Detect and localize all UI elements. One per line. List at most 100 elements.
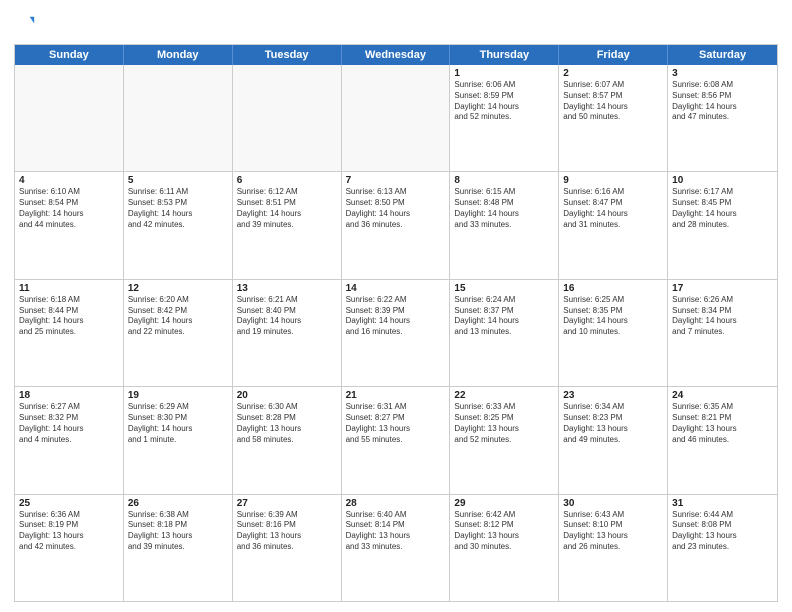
cell-info: Sunrise: 6:29 AM Sunset: 8:30 PM Dayligh… xyxy=(128,402,228,445)
cal-cell-empty xyxy=(15,65,124,171)
cal-cell-day-30: 30Sunrise: 6:43 AM Sunset: 8:10 PM Dayli… xyxy=(559,495,668,601)
cal-cell-empty xyxy=(124,65,233,171)
day-number: 28 xyxy=(346,498,446,509)
day-number: 19 xyxy=(128,390,228,401)
cal-week-2: 11Sunrise: 6:18 AM Sunset: 8:44 PM Dayli… xyxy=(15,280,777,387)
day-number: 8 xyxy=(454,175,554,186)
day-number: 27 xyxy=(237,498,337,509)
calendar-header: SundayMondayTuesdayWednesdayThursdayFrid… xyxy=(15,45,777,65)
cal-cell-day-15: 15Sunrise: 6:24 AM Sunset: 8:37 PM Dayli… xyxy=(450,280,559,386)
cal-cell-day-7: 7Sunrise: 6:13 AM Sunset: 8:50 PM Daylig… xyxy=(342,172,451,278)
cell-info: Sunrise: 6:18 AM Sunset: 8:44 PM Dayligh… xyxy=(19,295,119,338)
logo-icon xyxy=(14,10,42,38)
header-day-thursday: Thursday xyxy=(450,45,559,65)
day-number: 31 xyxy=(672,498,773,509)
day-number: 25 xyxy=(19,498,119,509)
cell-info: Sunrise: 6:43 AM Sunset: 8:10 PM Dayligh… xyxy=(563,510,663,553)
day-number: 14 xyxy=(346,283,446,294)
cal-cell-day-28: 28Sunrise: 6:40 AM Sunset: 8:14 PM Dayli… xyxy=(342,495,451,601)
cal-cell-day-18: 18Sunrise: 6:27 AM Sunset: 8:32 PM Dayli… xyxy=(15,387,124,493)
calendar: SundayMondayTuesdayWednesdayThursdayFrid… xyxy=(14,44,778,602)
cal-cell-day-27: 27Sunrise: 6:39 AM Sunset: 8:16 PM Dayli… xyxy=(233,495,342,601)
cell-info: Sunrise: 6:15 AM Sunset: 8:48 PM Dayligh… xyxy=(454,187,554,230)
cell-info: Sunrise: 6:24 AM Sunset: 8:37 PM Dayligh… xyxy=(454,295,554,338)
day-number: 1 xyxy=(454,68,554,79)
header-day-tuesday: Tuesday xyxy=(233,45,342,65)
cell-info: Sunrise: 6:30 AM Sunset: 8:28 PM Dayligh… xyxy=(237,402,337,445)
day-number: 18 xyxy=(19,390,119,401)
cell-info: Sunrise: 6:42 AM Sunset: 8:12 PM Dayligh… xyxy=(454,510,554,553)
header-day-saturday: Saturday xyxy=(668,45,777,65)
header-day-monday: Monday xyxy=(124,45,233,65)
cal-cell-day-21: 21Sunrise: 6:31 AM Sunset: 8:27 PM Dayli… xyxy=(342,387,451,493)
cell-info: Sunrise: 6:34 AM Sunset: 8:23 PM Dayligh… xyxy=(563,402,663,445)
day-number: 15 xyxy=(454,283,554,294)
cal-cell-day-4: 4Sunrise: 6:10 AM Sunset: 8:54 PM Daylig… xyxy=(15,172,124,278)
day-number: 29 xyxy=(454,498,554,509)
cal-cell-day-25: 25Sunrise: 6:36 AM Sunset: 8:19 PM Dayli… xyxy=(15,495,124,601)
cell-info: Sunrise: 6:27 AM Sunset: 8:32 PM Dayligh… xyxy=(19,402,119,445)
day-number: 11 xyxy=(19,283,119,294)
cell-info: Sunrise: 6:13 AM Sunset: 8:50 PM Dayligh… xyxy=(346,187,446,230)
cal-cell-day-26: 26Sunrise: 6:38 AM Sunset: 8:18 PM Dayli… xyxy=(124,495,233,601)
header-day-sunday: Sunday xyxy=(15,45,124,65)
cal-cell-day-12: 12Sunrise: 6:20 AM Sunset: 8:42 PM Dayli… xyxy=(124,280,233,386)
cell-info: Sunrise: 6:20 AM Sunset: 8:42 PM Dayligh… xyxy=(128,295,228,338)
cal-week-3: 18Sunrise: 6:27 AM Sunset: 8:32 PM Dayli… xyxy=(15,387,777,494)
cal-cell-day-9: 9Sunrise: 6:16 AM Sunset: 8:47 PM Daylig… xyxy=(559,172,668,278)
header-day-friday: Friday xyxy=(559,45,668,65)
cell-info: Sunrise: 6:35 AM Sunset: 8:21 PM Dayligh… xyxy=(672,402,773,445)
day-number: 23 xyxy=(563,390,663,401)
cal-cell-day-11: 11Sunrise: 6:18 AM Sunset: 8:44 PM Dayli… xyxy=(15,280,124,386)
day-number: 21 xyxy=(346,390,446,401)
cell-info: Sunrise: 6:38 AM Sunset: 8:18 PM Dayligh… xyxy=(128,510,228,553)
cell-info: Sunrise: 6:40 AM Sunset: 8:14 PM Dayligh… xyxy=(346,510,446,553)
cell-info: Sunrise: 6:21 AM Sunset: 8:40 PM Dayligh… xyxy=(237,295,337,338)
day-number: 4 xyxy=(19,175,119,186)
cell-info: Sunrise: 6:11 AM Sunset: 8:53 PM Dayligh… xyxy=(128,187,228,230)
header-day-wednesday: Wednesday xyxy=(342,45,451,65)
cal-cell-day-1: 1Sunrise: 6:06 AM Sunset: 8:59 PM Daylig… xyxy=(450,65,559,171)
cell-info: Sunrise: 6:06 AM Sunset: 8:59 PM Dayligh… xyxy=(454,80,554,123)
cal-cell-day-5: 5Sunrise: 6:11 AM Sunset: 8:53 PM Daylig… xyxy=(124,172,233,278)
cell-info: Sunrise: 6:33 AM Sunset: 8:25 PM Dayligh… xyxy=(454,402,554,445)
cal-week-4: 25Sunrise: 6:36 AM Sunset: 8:19 PM Dayli… xyxy=(15,495,777,601)
cell-info: Sunrise: 6:22 AM Sunset: 8:39 PM Dayligh… xyxy=(346,295,446,338)
day-number: 24 xyxy=(672,390,773,401)
cal-cell-day-29: 29Sunrise: 6:42 AM Sunset: 8:12 PM Dayli… xyxy=(450,495,559,601)
day-number: 30 xyxy=(563,498,663,509)
cell-info: Sunrise: 6:16 AM Sunset: 8:47 PM Dayligh… xyxy=(563,187,663,230)
cell-info: Sunrise: 6:07 AM Sunset: 8:57 PM Dayligh… xyxy=(563,80,663,123)
calendar-body: 1Sunrise: 6:06 AM Sunset: 8:59 PM Daylig… xyxy=(15,65,777,601)
cell-info: Sunrise: 6:17 AM Sunset: 8:45 PM Dayligh… xyxy=(672,187,773,230)
cell-info: Sunrise: 6:44 AM Sunset: 8:08 PM Dayligh… xyxy=(672,510,773,553)
cal-cell-empty xyxy=(342,65,451,171)
day-number: 16 xyxy=(563,283,663,294)
cal-cell-day-13: 13Sunrise: 6:21 AM Sunset: 8:40 PM Dayli… xyxy=(233,280,342,386)
day-number: 2 xyxy=(563,68,663,79)
cell-info: Sunrise: 6:26 AM Sunset: 8:34 PM Dayligh… xyxy=(672,295,773,338)
cal-cell-day-8: 8Sunrise: 6:15 AM Sunset: 8:48 PM Daylig… xyxy=(450,172,559,278)
cal-week-1: 4Sunrise: 6:10 AM Sunset: 8:54 PM Daylig… xyxy=(15,172,777,279)
cal-cell-day-2: 2Sunrise: 6:07 AM Sunset: 8:57 PM Daylig… xyxy=(559,65,668,171)
cal-cell-day-10: 10Sunrise: 6:17 AM Sunset: 8:45 PM Dayli… xyxy=(668,172,777,278)
cal-cell-day-19: 19Sunrise: 6:29 AM Sunset: 8:30 PM Dayli… xyxy=(124,387,233,493)
cal-cell-day-22: 22Sunrise: 6:33 AM Sunset: 8:25 PM Dayli… xyxy=(450,387,559,493)
cal-cell-day-23: 23Sunrise: 6:34 AM Sunset: 8:23 PM Dayli… xyxy=(559,387,668,493)
cell-info: Sunrise: 6:39 AM Sunset: 8:16 PM Dayligh… xyxy=(237,510,337,553)
day-number: 22 xyxy=(454,390,554,401)
day-number: 3 xyxy=(672,68,773,79)
day-number: 7 xyxy=(346,175,446,186)
cal-cell-day-16: 16Sunrise: 6:25 AM Sunset: 8:35 PM Dayli… xyxy=(559,280,668,386)
cell-info: Sunrise: 6:36 AM Sunset: 8:19 PM Dayligh… xyxy=(19,510,119,553)
cal-cell-day-31: 31Sunrise: 6:44 AM Sunset: 8:08 PM Dayli… xyxy=(668,495,777,601)
day-number: 9 xyxy=(563,175,663,186)
day-number: 26 xyxy=(128,498,228,509)
cal-cell-day-14: 14Sunrise: 6:22 AM Sunset: 8:39 PM Dayli… xyxy=(342,280,451,386)
page: SundayMondayTuesdayWednesdayThursdayFrid… xyxy=(0,0,792,612)
cell-info: Sunrise: 6:25 AM Sunset: 8:35 PM Dayligh… xyxy=(563,295,663,338)
day-number: 5 xyxy=(128,175,228,186)
cell-info: Sunrise: 6:08 AM Sunset: 8:56 PM Dayligh… xyxy=(672,80,773,123)
day-number: 10 xyxy=(672,175,773,186)
day-number: 12 xyxy=(128,283,228,294)
